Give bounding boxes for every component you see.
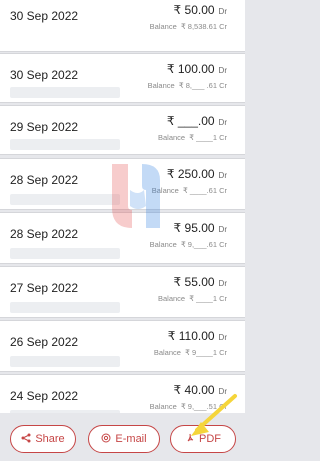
transaction-amount: ₹ 50.00 Dr xyxy=(173,3,227,17)
transaction-date: 28 Sep 2022 xyxy=(10,227,79,241)
email-button[interactable]: E-mail xyxy=(88,425,160,453)
transaction-balance: Balance ₹ 8,538.61 Cr xyxy=(149,22,227,31)
transaction-amount: ₹ 40.00 Dr xyxy=(173,383,227,397)
transaction-date: 30 Sep 2022 xyxy=(10,9,79,23)
transaction-date: 30 Sep 2022 xyxy=(10,68,79,82)
share-label: Share xyxy=(35,433,65,445)
transaction-row[interactable]: 30 Sep 2022 ₹ 100.00 Dr Balance ₹ 8,___ .… xyxy=(0,53,245,103)
action-bar: Share E-mail PDF xyxy=(0,413,245,461)
redacted-description xyxy=(10,87,120,98)
transaction-type: Dr xyxy=(218,387,227,396)
watermark-logo-icon xyxy=(112,164,160,228)
transaction-amount: ₹ 95.00 Dr xyxy=(173,221,227,235)
transaction-type: Dr xyxy=(218,7,227,16)
transaction-row[interactable]: 29 Sep 2022 ₹ ___.00 Dr Balance ₹ ____1 C… xyxy=(0,105,245,155)
transaction-amount: ₹ ___.00 Dr xyxy=(166,114,227,128)
transaction-amount: ₹ 55.00 Dr xyxy=(173,275,227,289)
transaction-type: Dr xyxy=(218,279,227,288)
redacted-description xyxy=(10,139,120,150)
transaction-date: 24 Sep 2022 xyxy=(10,389,79,403)
transaction-row[interactable]: 30 Sep 2022 ₹ 50.00 Dr Balance ₹ 8,538.61… xyxy=(0,0,245,52)
transaction-date: 28 Sep 2022 xyxy=(10,173,79,187)
transaction-date: 27 Sep 2022 xyxy=(10,281,79,295)
pdf-icon xyxy=(185,433,195,446)
transaction-balance: Balance ₹ 9,___.51 Cr xyxy=(149,402,227,411)
email-label: E-mail xyxy=(115,433,147,445)
transaction-type: Dr xyxy=(218,333,227,342)
transaction-balance: Balance ₹ 9____1 Cr xyxy=(153,348,227,357)
transaction-balance: Balance ₹ 8,___ .61 Cr xyxy=(147,81,227,90)
at-sign-icon xyxy=(101,433,111,446)
redacted-description xyxy=(10,302,120,313)
transaction-balance: Balance ₹ ____1 Cr xyxy=(158,294,227,303)
transaction-type: Dr xyxy=(218,225,227,234)
transaction-type: Dr xyxy=(218,118,227,127)
transaction-date: 26 Sep 2022 xyxy=(10,335,79,349)
pdf-label: PDF xyxy=(199,433,221,445)
share-icon xyxy=(21,433,31,446)
pdf-button[interactable]: PDF xyxy=(170,425,236,453)
transaction-type: Dr xyxy=(218,66,227,75)
redacted-description xyxy=(10,248,120,259)
transaction-amount: ₹ 110.00 Dr xyxy=(167,329,227,343)
share-button[interactable]: Share xyxy=(10,425,76,453)
transaction-date: 29 Sep 2022 xyxy=(10,120,79,134)
transaction-row[interactable]: 27 Sep 2022 ₹ 55.00 Dr Balance ₹ ____1 Cr xyxy=(0,266,245,318)
transaction-row[interactable]: 26 Sep 2022 ₹ 110.00 Dr Balance ₹ 9____1 … xyxy=(0,320,245,372)
redacted-description xyxy=(10,356,120,367)
transaction-amount: ₹ 100.00 Dr xyxy=(166,62,227,76)
transaction-type: Dr xyxy=(218,171,227,180)
transaction-balance: Balance ₹ ____1 Cr xyxy=(158,133,227,142)
